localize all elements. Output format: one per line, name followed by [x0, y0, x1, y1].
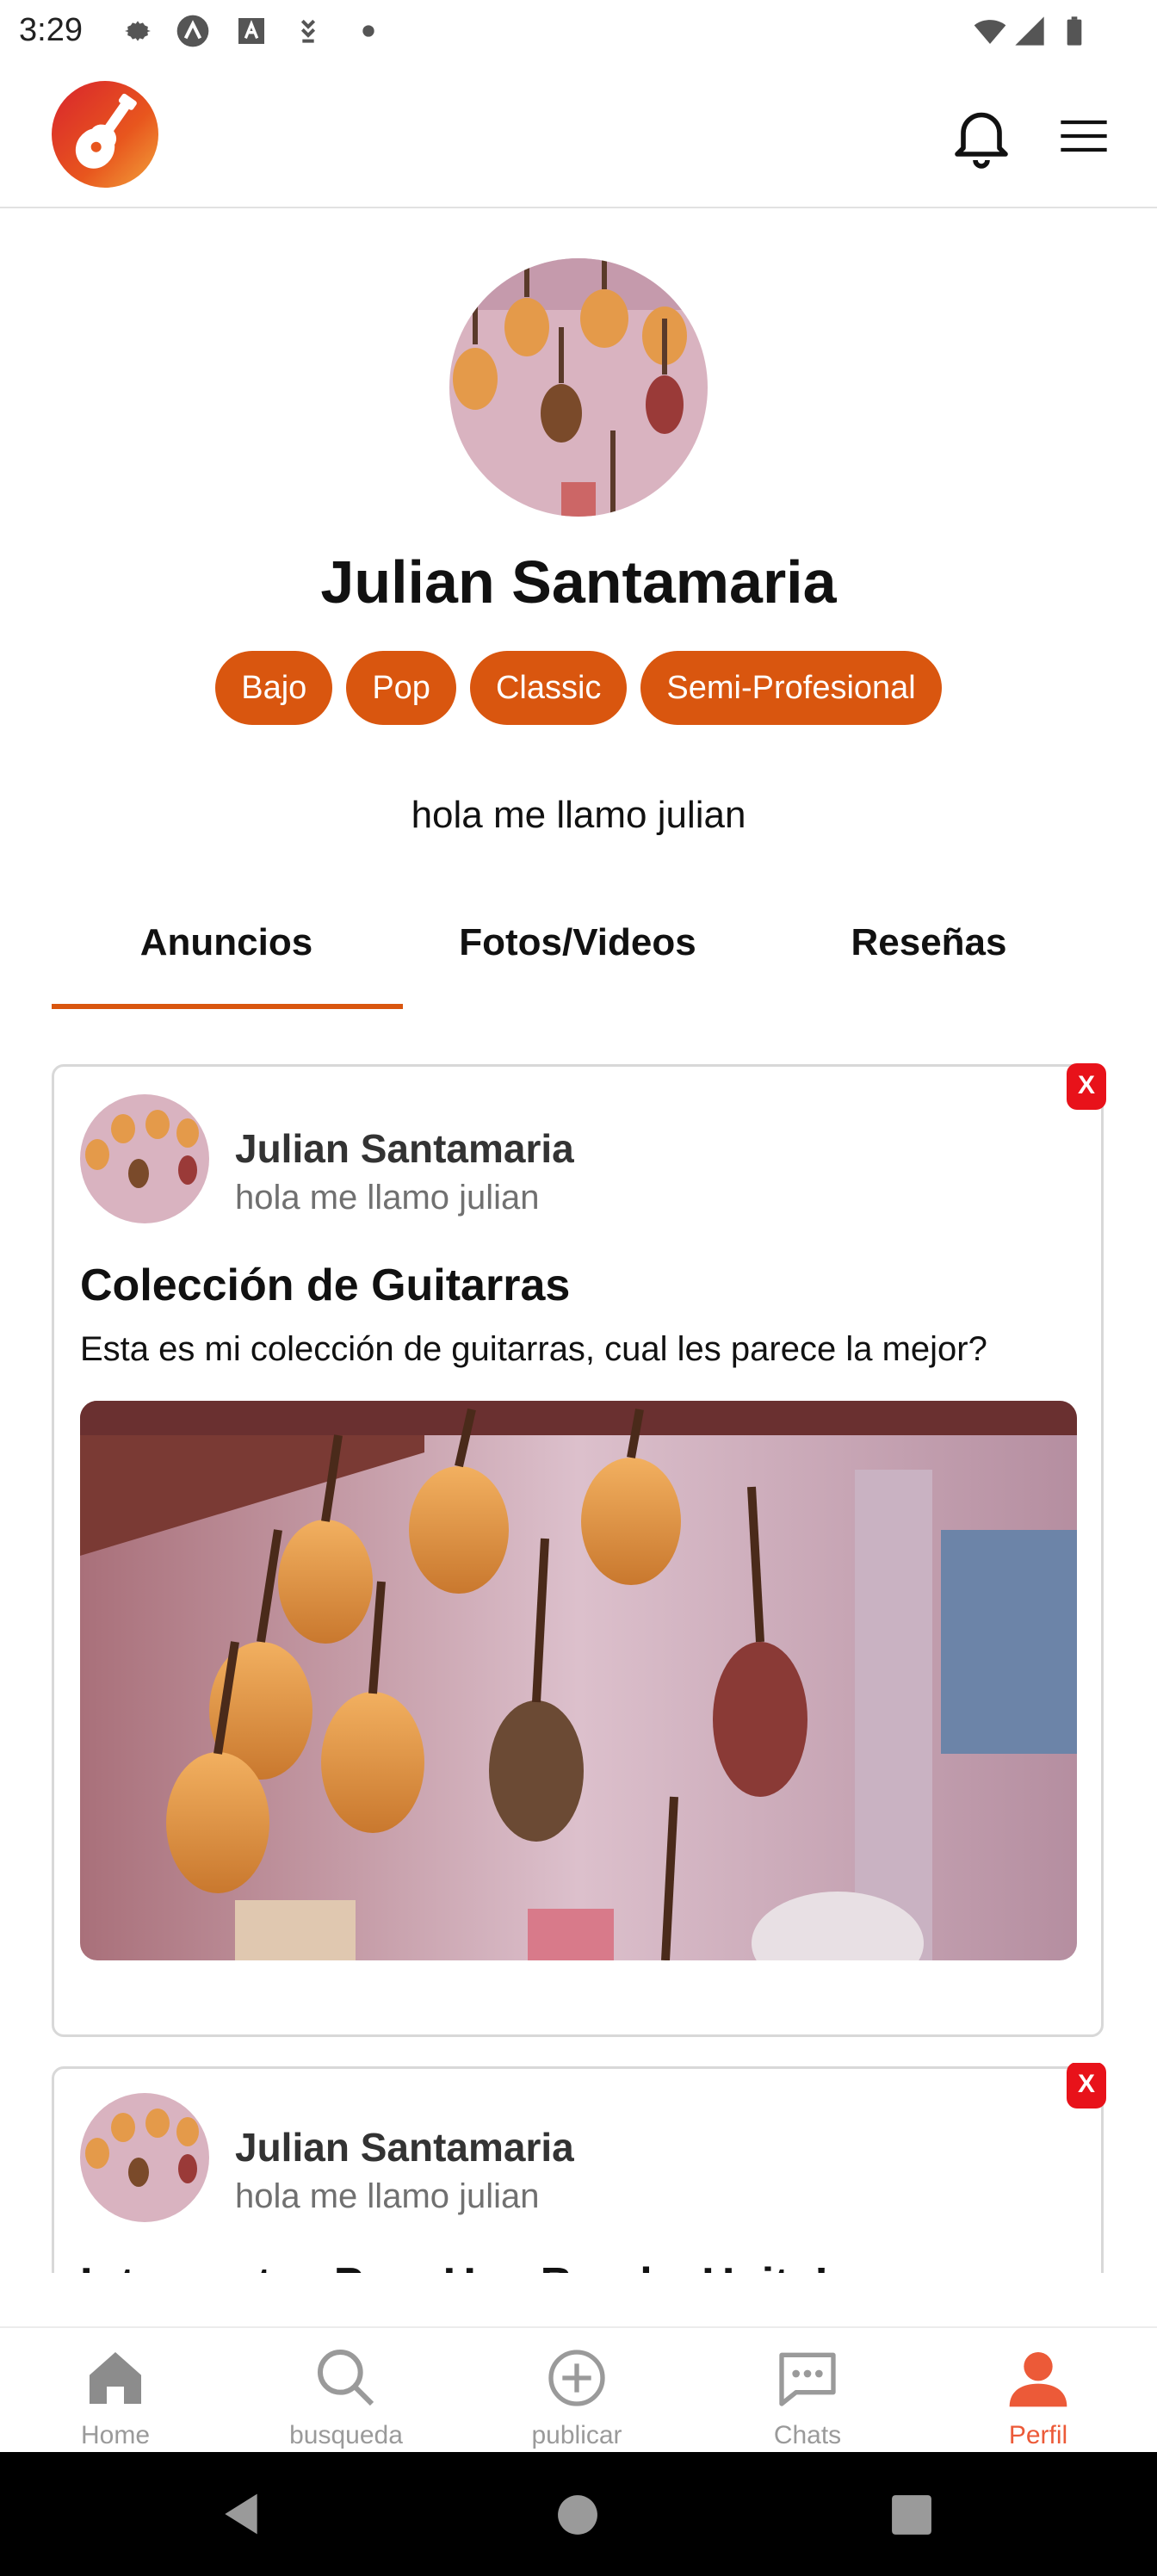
nav-home-label: Home	[80, 2421, 151, 2449]
tag-level: Semi-Profesional	[640, 651, 942, 725]
post-author-bio: hola me llamo julian	[235, 2177, 540, 2215]
app-a-icon	[176, 15, 209, 47]
active-tab-indicator	[52, 1004, 403, 1009]
nav-home[interactable]: Home	[0, 2328, 231, 2454]
wifi-icon	[974, 20, 1006, 44]
post-title: Colección de Guitarras	[80, 1260, 571, 1310]
post-card[interactable]: X Julian Santamaria hola me llamo julian…	[52, 1063, 1106, 2037]
post-card[interactable]: X Julian Santamaria hola me llamo julian…	[52, 2063, 1106, 2273]
tag-instrument: Bajo	[215, 651, 333, 725]
tab-anuncios[interactable]: Anuncios	[52, 921, 401, 964]
status-time: 3:29	[19, 12, 83, 48]
battery-icon	[1067, 16, 1082, 46]
back-icon[interactable]	[217, 2490, 265, 2538]
post-list-viewport: X Julian Santamaria hola me llamo julian…	[0, 2063, 1157, 2273]
profile-bio: hola me llamo julian	[411, 794, 746, 836]
search-icon	[318, 2350, 374, 2406]
post-description: Esta es mi colección de guitarras, cual …	[80, 1330, 987, 1368]
tag-genre-pop: Pop	[346, 651, 456, 725]
hamburger-menu-icon[interactable]	[1052, 108, 1116, 164]
person-icon	[1009, 2352, 1067, 2407]
bell-icon[interactable]	[945, 100, 1018, 172]
post-author-name: Julian Santamaria	[235, 2125, 574, 2170]
bottom-navigation: Home busqueda publicar Chats Perfil	[0, 2326, 1157, 2454]
post-author-name: Julian Santamaria	[235, 1126, 574, 1171]
post-author-avatar	[80, 1094, 209, 1223]
profile-name: Julian Santamaria	[320, 548, 837, 616]
nav-publish[interactable]: publicar	[461, 2328, 692, 2454]
tab-resenas[interactable]: Reseñas	[754, 921, 1104, 964]
home-icon	[90, 2352, 141, 2404]
settings-icon	[125, 21, 151, 41]
profile-tags: Bajo Pop Classic Semi-Profesional	[0, 651, 1157, 725]
signal-icon	[1015, 16, 1044, 46]
status-bar: 3:29	[0, 0, 1157, 60]
nav-profile[interactable]: Perfil	[923, 2328, 1154, 2454]
nav-chats-label: Chats	[773, 2421, 842, 2449]
delete-post-button[interactable]: X	[1067, 1063, 1106, 1110]
app-header	[0, 60, 1157, 208]
guitar-logo-icon[interactable]	[52, 81, 158, 188]
nav-search-label: busqueda	[289, 2421, 403, 2449]
dot-icon	[362, 25, 374, 37]
add-circle-icon	[548, 2350, 605, 2406]
download-icon	[300, 19, 316, 43]
font-a-icon	[238, 18, 264, 44]
delete-post-button[interactable]: X	[1067, 2063, 1106, 2108]
chat-icon	[779, 2352, 836, 2406]
post-image[interactable]	[80, 1401, 1077, 1960]
nav-search[interactable]: busqueda	[231, 2328, 461, 2454]
tag-genre-classic: Classic	[469, 651, 628, 725]
post-author-avatar	[80, 2093, 209, 2222]
system-navigation-bar	[0, 2452, 1157, 2576]
post-author-bio: hola me llamo julian	[235, 1179, 540, 1217]
profile-avatar	[449, 258, 708, 517]
recents-icon[interactable]	[890, 2493, 933, 2536]
post-title: Integrantes Para Una Banda, Unite!	[80, 2258, 829, 2273]
nav-chats[interactable]: Chats	[692, 2328, 923, 2454]
home-button-icon[interactable]	[556, 2493, 599, 2536]
nav-profile-label: Perfil	[1008, 2421, 1068, 2449]
tab-fotos-videos[interactable]: Fotos/Videos	[403, 921, 752, 964]
nav-publish-label: publicar	[531, 2421, 622, 2449]
